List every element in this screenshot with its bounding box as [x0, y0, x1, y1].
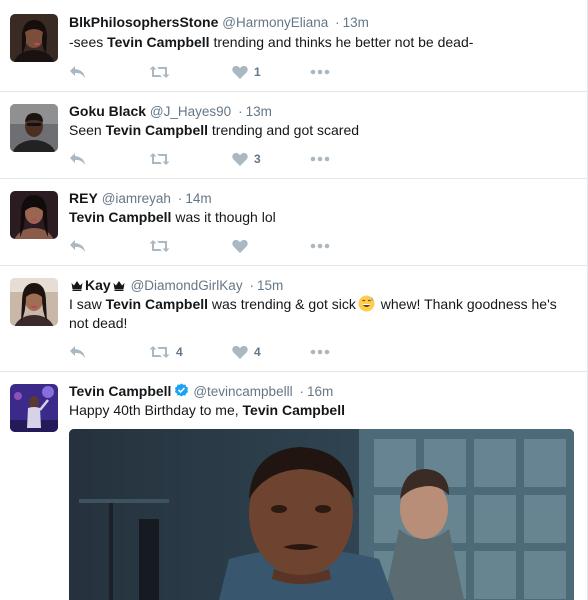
timestamp[interactable]: 16m: [307, 384, 333, 399]
display-name[interactable]: Tevin Campbell: [69, 383, 171, 399]
verified-badge-icon: [175, 383, 189, 397]
tweet-text-part: was it though lol: [171, 209, 276, 225]
tweet-text: -sees Tevin Campbell trending and thinks…: [69, 33, 574, 52]
more-button[interactable]: [310, 156, 330, 162]
heart-icon: [232, 152, 248, 166]
tweet-text: I saw Tevin Campbell was trending & got …: [69, 295, 569, 333]
tweet-timeline: BlkPhilosophersStone @HarmonyEliana · 13m…: [0, 0, 588, 600]
tweet[interactable]: BlkPhilosophersStone @HarmonyEliana · 13m…: [0, 0, 587, 92]
more-icon: [310, 69, 330, 75]
tweet-text: Tevin Campbell was it though lol: [69, 208, 574, 227]
separator: ·: [249, 278, 254, 293]
highlighted-term: Tevin Campbell: [69, 209, 172, 225]
more-button[interactable]: [310, 69, 330, 75]
avatar[interactable]: [10, 278, 58, 326]
reply-icon: [70, 346, 85, 358]
separator: ·: [238, 104, 243, 119]
like-count: 4: [254, 345, 261, 359]
display-name[interactable]: Goku Black: [69, 103, 146, 119]
display-name[interactable]: REY: [69, 190, 98, 206]
tweet[interactable]: REY @iamreyah · 14m Tevin Campbell was it…: [0, 179, 587, 266]
reply-button[interactable]: [69, 152, 149, 166]
more-icon: [310, 349, 330, 355]
tweet[interactable]: Goku Black @J_Hayes90 · 13m Seen Tevin Ca…: [0, 92, 587, 179]
tweet[interactable]: Kay @DiamondGirlKay · 15m I saw Tevin Cam…: [0, 266, 587, 372]
retweet-icon: [149, 346, 170, 358]
retweet-button[interactable]: [149, 65, 232, 79]
heart-icon: [232, 239, 248, 253]
like-count: 1: [254, 65, 261, 79]
reply-icon: [70, 153, 85, 165]
tweet-text-part: Seen: [69, 122, 106, 138]
display-name[interactable]: BlkPhilosophersStone: [69, 14, 218, 30]
like-count: 3: [254, 152, 261, 166]
grinning-sweat-emoji: [358, 295, 375, 312]
reply-button[interactable]: [69, 345, 149, 359]
retweet-button[interactable]: [149, 152, 232, 166]
user-handle[interactable]: @J_Hayes90: [150, 104, 231, 119]
timestamp[interactable]: 13m: [343, 15, 369, 30]
avatar[interactable]: [10, 191, 58, 239]
tweet-text-part: trending and thinks he better not be dea…: [209, 34, 474, 50]
highlighted-term: Tevin Campbell: [242, 402, 345, 418]
retweet-button[interactable]: [149, 239, 232, 253]
crown-icon: [113, 281, 125, 291]
more-button[interactable]: [310, 349, 330, 355]
retweet-button[interactable]: 4: [149, 345, 232, 359]
more-icon: [310, 243, 330, 249]
tweet-text-part: -sees: [69, 34, 108, 50]
tweet-text: Happy 40th Birthday to me, Tevin Campbel…: [69, 401, 574, 420]
avatar[interactable]: [10, 104, 58, 152]
more-icon: [310, 156, 330, 162]
retweet-icon: [149, 153, 170, 165]
avatar[interactable]: [10, 384, 58, 432]
user-handle[interactable]: @tevincampbelll: [193, 384, 292, 399]
separator: ·: [299, 384, 304, 399]
timestamp[interactable]: 15m: [257, 278, 283, 293]
avatar[interactable]: [10, 14, 58, 62]
reply-icon: [70, 240, 85, 252]
display-name[interactable]: Kay: [85, 277, 111, 293]
highlighted-term: Tevin Campbell: [105, 122, 209, 138]
tweet-text-part: was trending & got sick: [208, 296, 356, 312]
separator: ·: [177, 191, 183, 206]
like-button[interactable]: 1: [232, 65, 310, 79]
tweet-photo[interactable]: [69, 429, 574, 600]
more-button[interactable]: [310, 243, 330, 249]
tweet-text-part: Happy 40th Birthday to me,: [69, 402, 243, 418]
crown-icon: [71, 281, 83, 291]
like-button[interactable]: 3: [232, 152, 310, 166]
like-button[interactable]: [232, 239, 310, 253]
tweet-text: Seen Tevin Campbell trending and got sca…: [69, 121, 574, 140]
heart-icon: [232, 65, 248, 79]
highlighted-term: Tevin Campbell: [105, 296, 209, 312]
retweet-icon: [149, 240, 170, 252]
timestamp[interactable]: 13m: [246, 104, 272, 119]
reply-button[interactable]: [69, 239, 149, 253]
retweet-icon: [149, 66, 170, 78]
reply-icon: [70, 66, 85, 78]
highlighted-term: Tevin Campbell: [107, 34, 210, 50]
user-handle[interactable]: @HarmonyEliana: [222, 15, 328, 30]
separator: ·: [335, 15, 340, 30]
timestamp[interactable]: 14m: [185, 191, 211, 206]
user-handle[interactable]: @iamreyah: [102, 191, 171, 206]
like-button[interactable]: 4: [232, 345, 310, 359]
tweet-text-part: I saw: [69, 296, 106, 312]
retweet-count: 4: [176, 345, 183, 359]
heart-icon: [232, 345, 248, 359]
reply-button[interactable]: [69, 65, 149, 79]
user-handle[interactable]: @DiamondGirlKay: [131, 278, 243, 293]
tweet-text-part: trending and got scared: [208, 122, 360, 138]
